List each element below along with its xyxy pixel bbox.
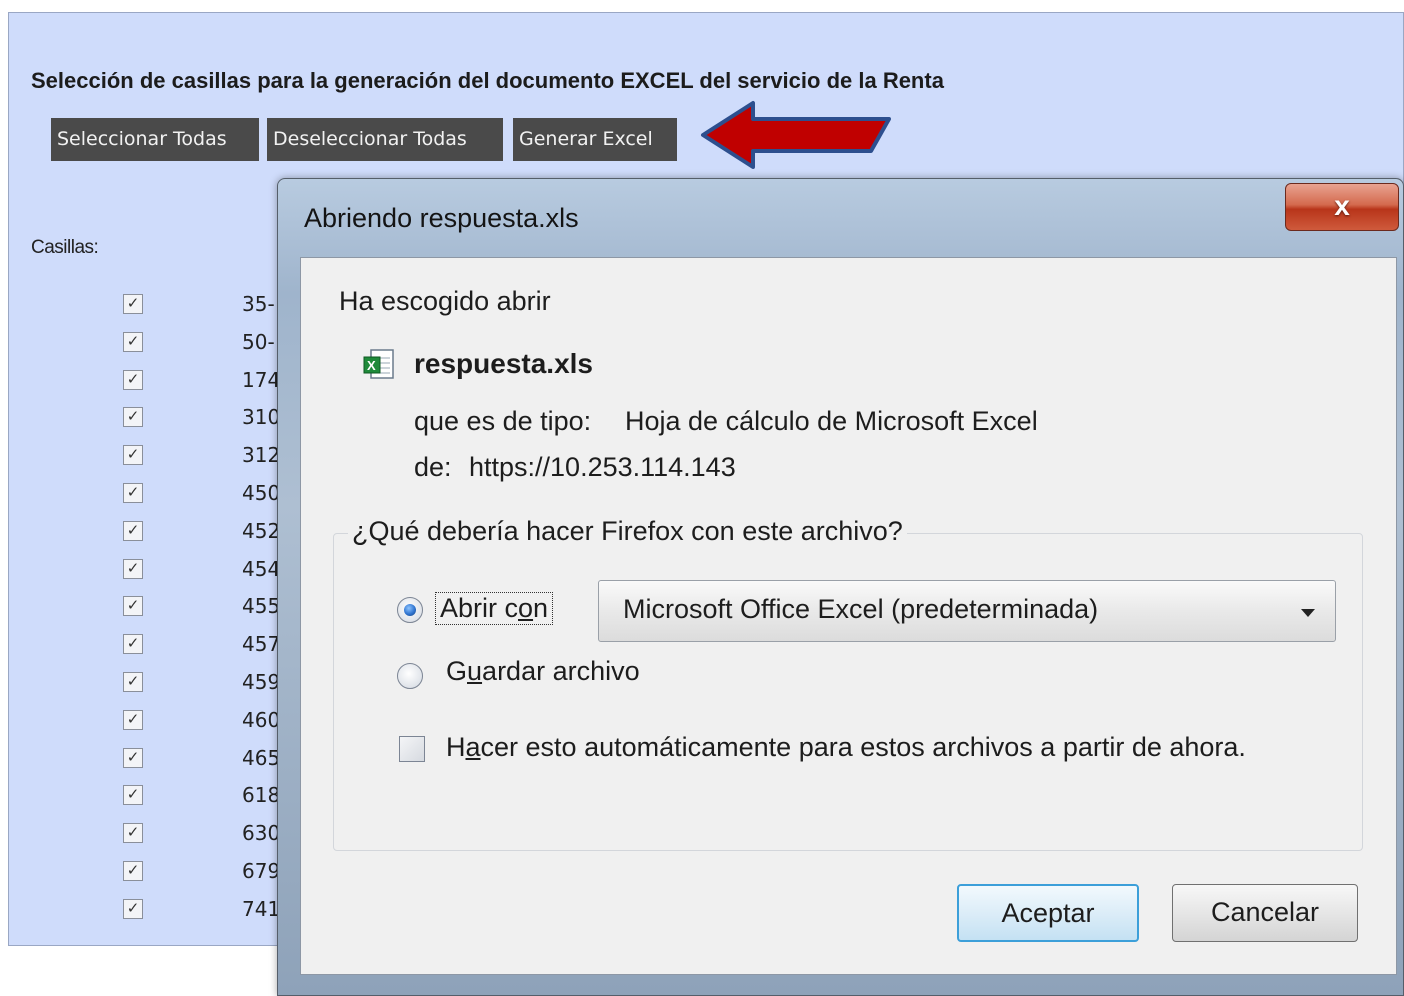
file-source-value: https://10.253.114.143 xyxy=(469,452,736,482)
open-with-radio[interactable] xyxy=(397,597,423,623)
casilla-code: 465 xyxy=(242,745,281,770)
open-file-dialog: Abriendo respuesta.xls x Ha escogido abr… xyxy=(277,178,1404,996)
casilla-checkbox[interactable]: ✓ xyxy=(123,747,143,768)
dialog-title: Abriendo respuesta.xls xyxy=(304,203,579,233)
close-button[interactable]: x xyxy=(1285,183,1399,231)
file-type-value: Hoja de cálculo de Microsoft Excel xyxy=(625,406,1038,436)
casilla-checkbox[interactable]: ✓ xyxy=(123,596,143,617)
checkbox-row: ✓ 50- xyxy=(9,330,299,366)
casilla-code: 630 xyxy=(242,821,281,846)
casilla-checkbox[interactable]: ✓ xyxy=(123,861,143,881)
casilla-code: 452 xyxy=(242,518,281,543)
checkbox-row: ✓ 460 xyxy=(9,708,299,744)
casilla-checkbox[interactable]: ✓ xyxy=(123,823,143,844)
casilla-code: 741 xyxy=(242,896,281,921)
cancel-button[interactable]: Cancelar xyxy=(1172,884,1358,942)
casilla-checkbox[interactable]: ✓ xyxy=(123,672,143,692)
casilla-code: 312 xyxy=(242,443,281,468)
casilla-checkbox[interactable]: ✓ xyxy=(123,445,143,466)
checkbox-row: ✓ 452 xyxy=(9,519,299,555)
select-all-button[interactable]: Seleccionar Todas xyxy=(51,118,259,161)
application-select-value: Microsoft Office Excel (predeterminada) xyxy=(623,594,1099,624)
action-question: ¿Qué debería hacer Firefox con este arch… xyxy=(348,516,907,547)
file-source-label: de: xyxy=(414,452,452,482)
excel-file-icon: X xyxy=(363,349,394,379)
casilla-checkbox[interactable]: ✓ xyxy=(123,785,143,806)
file-type-label: que es de tipo: xyxy=(414,406,592,436)
red-arrow-annotation xyxy=(701,101,891,169)
casilla-code: 310 xyxy=(242,405,281,430)
casilla-checkbox[interactable]: ✓ xyxy=(123,898,143,919)
checkbox-row: ✓ 459 xyxy=(9,670,299,706)
checkbox-row: ✓ 312 xyxy=(9,443,299,479)
open-with-label[interactable]: Abrir con xyxy=(435,592,554,625)
casilla-code: 35- xyxy=(242,292,275,316)
casillas-label: Casillas: xyxy=(31,237,99,258)
checkbox-row: ✓ 741 xyxy=(9,897,299,933)
casilla-code: 455 xyxy=(242,594,281,619)
auto-action-label[interactable]: Hacer esto automáticamente para estos ar… xyxy=(446,732,1246,763)
page-title: Selección de casillas para la generación… xyxy=(31,68,944,93)
deselect-all-button[interactable]: Deseleccionar Todas xyxy=(267,118,503,161)
casilla-checkbox[interactable]: ✓ xyxy=(123,407,143,428)
checkbox-row: ✓ 174 xyxy=(9,368,299,404)
casilla-code: 174 xyxy=(242,367,281,392)
casilla-checkbox[interactable]: ✓ xyxy=(123,483,143,503)
save-file-label[interactable]: Guardar archivo xyxy=(446,656,640,687)
casilla-checkbox[interactable]: ✓ xyxy=(123,709,143,730)
casilla-code: 459 xyxy=(242,670,281,694)
chosen-text: Ha escogido abrir xyxy=(339,286,551,316)
casilla-code: 457 xyxy=(242,632,281,657)
close-icon: x xyxy=(1334,190,1350,221)
checkbox-row: ✓ 455 xyxy=(9,594,299,630)
svg-text:X: X xyxy=(367,358,376,373)
casilla-checkbox[interactable]: ✓ xyxy=(123,520,143,541)
save-file-radio[interactable] xyxy=(397,663,423,689)
casilla-code: 679 xyxy=(242,859,281,883)
file-name: respuesta.xls xyxy=(414,348,593,379)
auto-action-checkbox[interactable] xyxy=(399,736,425,762)
casilla-code: 50- xyxy=(242,329,275,354)
dialog-body: Ha escogido abrir X respuesta.xls que es… xyxy=(300,257,1397,975)
checkbox-row: ✓ 465 xyxy=(9,746,299,782)
checkbox-row: ✓ 679 xyxy=(9,859,299,895)
checkbox-row: ✓ 630 xyxy=(9,821,299,857)
casilla-checkbox[interactable]: ✓ xyxy=(123,558,143,579)
casilla-code: 618 xyxy=(242,783,281,808)
casilla-checkbox[interactable]: ✓ xyxy=(123,294,143,314)
checkbox-row: ✓ 618 xyxy=(9,783,299,819)
chevron-down-icon xyxy=(1301,609,1315,617)
casilla-checkbox[interactable]: ✓ xyxy=(123,369,143,390)
generate-excel-button[interactable]: Generar Excel xyxy=(513,118,677,161)
checkbox-row: ✓ 454 xyxy=(9,557,299,593)
casilla-checkbox[interactable]: ✓ xyxy=(123,634,143,655)
checkbox-row: ✓ 310 xyxy=(9,405,299,441)
application-select[interactable]: Microsoft Office Excel (predeterminada) xyxy=(598,580,1336,642)
checkbox-row: ✓ 457 xyxy=(9,632,299,668)
accept-button[interactable]: Aceptar xyxy=(957,884,1139,942)
casilla-code: 450 xyxy=(242,481,281,505)
casilla-code: 454 xyxy=(242,556,281,581)
checkbox-row: ✓ 450 xyxy=(9,481,299,517)
casilla-code: 460 xyxy=(242,707,281,732)
checkbox-row: ✓ 35- xyxy=(9,292,299,328)
casilla-checkbox[interactable]: ✓ xyxy=(123,331,143,352)
